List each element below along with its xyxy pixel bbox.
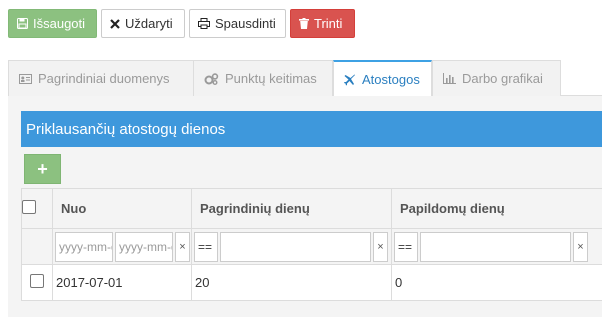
vacation-panel: Priklausančių atostogų dienos + Nuo Pagr… — [8, 96, 602, 317]
tab-points-change[interactable]: Punktų keitimas — [193, 60, 333, 96]
grid-header-row: Nuo Pagrindinių dienų Papildomų dienų — [21, 188, 602, 229]
clear-main-days-filter-button[interactable]: × — [373, 231, 388, 262]
cogs-icon — [204, 72, 219, 85]
tab-label: Pagrindiniai duomenys — [38, 71, 170, 86]
toolbar: Išsaugoti Uždaryti Spausdinti Trinti — [8, 9, 355, 38]
close-icon — [110, 18, 120, 29]
cell-main-days: 20 — [191, 264, 392, 301]
column-header-extra-days[interactable]: Papildomų dienų — [391, 188, 602, 229]
row-checkbox[interactable] — [30, 274, 44, 288]
panel-title: Priklausančių atostogų dienos — [21, 111, 602, 147]
main-days-filter-input[interactable] — [220, 231, 371, 262]
vacation-grid: Nuo Pagrindinių dienų Papildomų dienų yy… — [21, 188, 602, 301]
close-button-label: Uždaryti — [125, 16, 173, 31]
delete-button[interactable]: Trinti — [290, 9, 355, 38]
close-button[interactable]: Uždaryti — [101, 9, 185, 38]
tab-label: Atostogos — [362, 72, 420, 87]
cell-from: 2017-07-01 — [52, 264, 192, 301]
add-row-button[interactable]: + — [24, 154, 61, 184]
tab-vacations[interactable]: Atostogos — [333, 60, 432, 97]
tab-label: Punktų keitimas — [225, 71, 317, 86]
print-button[interactable]: Spausdinti — [189, 9, 286, 38]
clear-date-filter-button[interactable]: × — [175, 231, 190, 262]
trash-icon — [299, 18, 309, 29]
row-select-cell — [21, 264, 53, 301]
save-button[interactable]: Išsaugoti — [8, 9, 97, 38]
cell-extra-days: 0 — [391, 264, 602, 301]
bar-chart-icon — [443, 73, 456, 84]
clear-extra-days-filter-button[interactable]: × — [573, 231, 588, 262]
tab-bar: Pagrindiniai duomenys Punktų keitimas At… — [8, 60, 602, 97]
date-to-filter[interactable]: yyyy-mm-dd — [115, 231, 173, 262]
filter-extra-days-cell: == × — [391, 228, 602, 265]
date-from-filter[interactable]: yyyy-mm-dd — [55, 231, 113, 262]
select-all-cell — [21, 188, 53, 229]
tab-work-schedules[interactable]: Darbo grafikai — [432, 60, 561, 96]
extra-days-filter-input[interactable] — [420, 231, 571, 262]
filter-from-cell: yyyy-mm-dd yyyy-mm-dd × — [52, 228, 192, 265]
tab-label: Darbo grafikai — [462, 71, 543, 86]
select-all-checkbox[interactable] — [22, 200, 36, 214]
print-icon — [198, 18, 210, 29]
column-header-main-days[interactable]: Pagrindinių dienų — [191, 188, 392, 229]
plane-icon — [344, 74, 356, 86]
id-card-icon — [19, 73, 32, 84]
save-button-label: Išsaugoti — [33, 16, 86, 31]
plus-icon: + — [37, 159, 48, 179]
grid-filter-row: yyyy-mm-dd yyyy-mm-dd × == × == — [21, 228, 602, 265]
delete-button-label: Trinti — [314, 16, 343, 31]
table-row[interactable]: 2017-07-01 20 0 — [21, 264, 602, 301]
print-button-label: Spausdinti — [215, 16, 276, 31]
tab-general-data[interactable]: Pagrindiniai duomenys — [8, 60, 197, 96]
filter-main-days-cell: == × — [191, 228, 392, 265]
column-header-from[interactable]: Nuo — [52, 188, 192, 229]
floppy-icon — [17, 18, 28, 29]
filter-empty-cell — [21, 228, 53, 265]
extra-days-operator[interactable]: == — [394, 231, 418, 262]
main-days-operator[interactable]: == — [194, 231, 218, 262]
